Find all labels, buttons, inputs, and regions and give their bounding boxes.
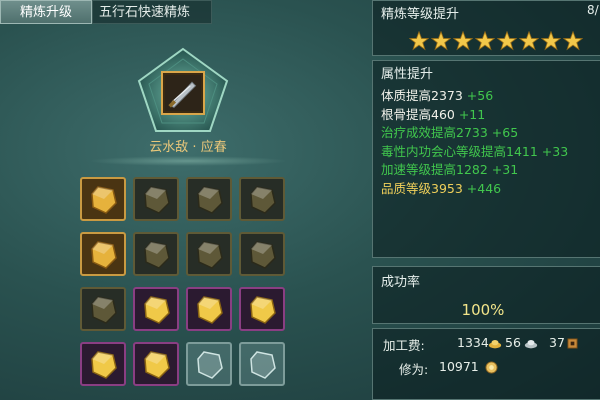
stone-slot[interactable] <box>186 342 232 386</box>
stone-slot[interactable] <box>186 232 232 276</box>
gem-icon <box>250 296 276 324</box>
cost-label: 加工费: <box>383 338 425 353</box>
cultivation-label: 修为: <box>399 362 429 377</box>
attribute-bonus: +65 <box>487 125 519 140</box>
stone-slot[interactable] <box>80 232 126 276</box>
attribute-bonus: +31 <box>487 162 519 177</box>
stone-slot[interactable] <box>239 232 285 276</box>
attribute-label: 根骨提高460 <box>381 106 455 122</box>
gem-icon <box>91 241 117 269</box>
success-rate-value: 100% <box>461 301 505 319</box>
gem-icon <box>197 296 223 324</box>
gem-icon <box>144 351 170 379</box>
stone-slot[interactable] <box>239 287 285 331</box>
copper-coin-icon <box>567 338 578 349</box>
attribute-bonus: +446 <box>462 180 502 196</box>
equipped-item-slot[interactable] <box>161 71 205 115</box>
attribute-bonus: +11 <box>454 106 486 122</box>
stone-slot[interactable] <box>239 342 285 386</box>
stone-slot[interactable] <box>80 287 126 331</box>
star-icon <box>408 30 430 51</box>
gold-ingot-icon <box>488 340 502 349</box>
gem-outline-icon <box>250 351 276 379</box>
star-icon <box>562 30 584 51</box>
refine-level-panel: 精炼等级提升 8/ <box>372 0 600 56</box>
attribute-label: 品质等级3953 <box>381 180 463 196</box>
attribute-title: 属性提升 <box>381 67 434 82</box>
gold-amount: 1334 <box>457 335 489 350</box>
page-indicator: 8/ <box>587 3 599 17</box>
item-name: 云水敌 · 应春 <box>149 140 227 155</box>
gem-icon <box>144 186 170 214</box>
gem-icon <box>197 241 223 269</box>
gem-icon <box>91 296 117 324</box>
gem-icon <box>197 186 223 214</box>
attribute-row: 体质提高2373 +56 <box>381 85 493 104</box>
stone-slot[interactable] <box>133 177 179 221</box>
refine-level-title: 精炼等级提升 <box>381 7 460 22</box>
success-rate-panel: 成功率 100% <box>372 266 600 324</box>
attribute-row: 品质等级3953 +446 <box>381 178 501 197</box>
stone-slot[interactable] <box>239 177 285 221</box>
stone-slot[interactable] <box>80 342 126 386</box>
attribute-row: 加速等级提高1282 +31 <box>381 159 518 178</box>
tab-refine-upgrade[interactable]: 精炼升级 <box>0 0 92 24</box>
attribute-label: 加速等级提高1282 <box>381 162 488 177</box>
gem-outline-icon <box>197 351 223 379</box>
stone-grid <box>80 177 290 389</box>
star-icon <box>540 30 562 51</box>
attribute-row: 治疗成效提高2733 +65 <box>381 122 518 141</box>
stone-slot[interactable] <box>133 287 179 331</box>
cultivation-icon <box>485 361 498 374</box>
attribute-bonus: +56 <box>462 88 494 103</box>
weapon-icon <box>165 75 201 111</box>
gem-icon <box>144 241 170 269</box>
attribute-row: 毒性内功会心等级提高1411 +33 <box>381 141 568 160</box>
star-icon <box>452 30 474 51</box>
tab-quick-refine[interactable]: 五行石快速精炼 <box>92 0 212 24</box>
stone-slot[interactable] <box>133 342 179 386</box>
attribute-label: 毒性内功会心等级提高1411 <box>381 143 538 159</box>
name-divider-glow <box>88 156 288 166</box>
silver-amount: 56 <box>505 335 521 350</box>
cultivation-value: 10971 <box>439 359 479 374</box>
stone-slot[interactable] <box>133 232 179 276</box>
copper-amount: 37 <box>549 335 565 350</box>
gem-icon <box>250 241 276 269</box>
attribute-bonus: +33 <box>537 143 569 159</box>
attribute-label: 治疗成效提高2733 <box>381 125 488 140</box>
refine-window: 精炼升级 五行石快速精炼 云水敌 · 应春 精炼等级提升 8/ 属性提升 体质提… <box>0 0 600 400</box>
stone-slot[interactable] <box>80 177 126 221</box>
silver-ingot-icon <box>524 340 538 349</box>
cost-panel: 加工费: 1334 56 37 修为: 10971 <box>372 328 600 400</box>
gem-icon <box>144 296 170 324</box>
gem-icon <box>91 351 117 379</box>
gem-icon <box>250 186 276 214</box>
star-icon <box>496 30 518 51</box>
star-icon <box>518 30 540 51</box>
attribute-label: 体质提高2373 <box>381 88 463 103</box>
star-rating <box>408 30 585 55</box>
stone-slot[interactable] <box>186 177 232 221</box>
attribute-row: 根骨提高460 +11 <box>381 104 485 123</box>
stone-slot[interactable] <box>186 287 232 331</box>
attribute-panel: 属性提升 体质提高2373 +56 根骨提高460 +11 治疗成效提高2733 +… <box>372 60 600 258</box>
star-icon <box>474 30 496 51</box>
gem-icon <box>91 186 117 214</box>
success-rate-title: 成功率 <box>381 275 421 290</box>
star-icon <box>430 30 452 51</box>
